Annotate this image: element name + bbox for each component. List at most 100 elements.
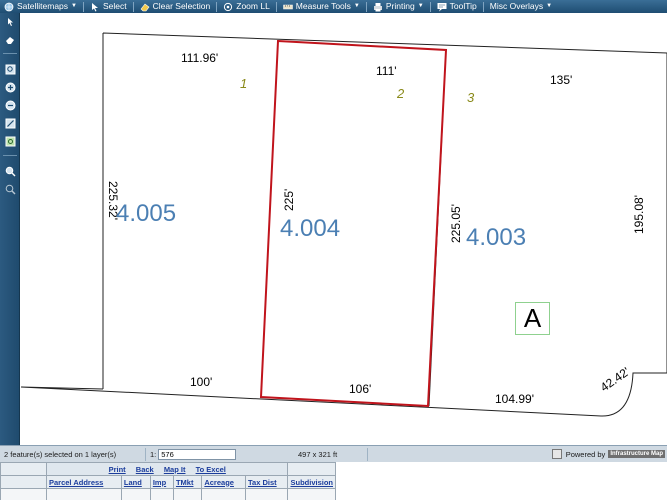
lot2-bottom-dimension: 106' xyxy=(349,382,371,396)
corner-arc-dimension: 42.42' xyxy=(598,364,633,394)
table-row xyxy=(0,488,336,500)
lot-number-3: 3 xyxy=(467,90,475,105)
results-panel: Print Back Map It To Excel Parcel Addres… xyxy=(0,462,667,500)
chevron-down-icon: ▼ xyxy=(71,3,77,9)
status-bar: 2 feature(s) selected on 1 layer(s) 1: 4… xyxy=(0,445,667,462)
full-extent-icon xyxy=(5,136,15,146)
column-header-acreage[interactable]: Acreage xyxy=(201,475,247,489)
selection-status: 2 feature(s) selected on 1 layer(s) xyxy=(0,447,146,461)
strip-divider xyxy=(3,155,17,156)
top-toolbar: Satellitemaps ▼ Select Clear Selection Z… xyxy=(0,0,667,13)
lot2-top-dimension: 111' xyxy=(376,64,397,78)
toolbar-divider xyxy=(275,1,277,12)
scale-input[interactable] xyxy=(158,448,237,460)
eraser-icon xyxy=(140,3,150,11)
toolbar-divider xyxy=(132,1,134,12)
lot3-bottom-dimension: 104.99' xyxy=(495,392,534,406)
chevron-down-icon: ▼ xyxy=(417,3,424,9)
misc-overlays-menu[interactable]: Misc Overlays ▼ xyxy=(486,0,556,13)
table-corner-cell xyxy=(287,462,336,476)
zoom-box-button[interactable] xyxy=(4,63,16,75)
cursor-icon xyxy=(91,2,98,11)
select-tool-button[interactable]: Select xyxy=(86,0,131,13)
map-it-link[interactable]: Map It xyxy=(164,465,186,474)
toolbar-divider xyxy=(482,1,484,12)
lot-number-2: 2 xyxy=(396,86,405,101)
zone-label-box: A xyxy=(515,302,550,335)
chevron-down-icon: ▼ xyxy=(546,3,553,9)
zoom-box-icon xyxy=(5,64,15,74)
magnifier-button[interactable] xyxy=(4,183,16,195)
column-header-subdivision[interactable]: Subdivision xyxy=(287,475,336,489)
map-tool-strip xyxy=(0,13,20,445)
tooltip-label: ToolTip xyxy=(449,1,477,11)
parcel-id-lot2: 4.004 xyxy=(280,215,340,242)
table-cell xyxy=(245,488,289,500)
strip-divider xyxy=(3,53,17,54)
table-cell xyxy=(201,488,247,500)
window-icon[interactable] xyxy=(551,449,562,459)
map-canvas[interactable]: 111.96' 111' 135' 225.32' 225' 225.05' 1… xyxy=(21,13,667,445)
select-column-header xyxy=(0,475,47,489)
pan-tool-button[interactable] xyxy=(4,34,16,46)
lot3-top-dimension: 135' xyxy=(550,73,572,87)
identify-button[interactable] xyxy=(4,165,16,177)
powered-by-area: Powered by Infrastructure Map xyxy=(551,449,667,459)
results-table: Print Back Map It To Excel Parcel Addres… xyxy=(0,462,336,500)
back-link[interactable]: Back xyxy=(136,465,154,474)
scale-prefix: 1: xyxy=(150,449,157,459)
zoom-target-icon xyxy=(224,2,233,11)
parcel-id-lot3: 4.003 xyxy=(466,224,526,251)
powered-by-label: Powered by xyxy=(565,449,606,459)
measure-line-button[interactable] xyxy=(4,117,16,129)
select-label: Select xyxy=(102,1,127,11)
chevron-down-icon: ▼ xyxy=(353,3,360,9)
satellitemaps-menu[interactable]: Satellitemaps ▼ xyxy=(0,0,81,13)
table-corner-cell xyxy=(0,462,47,476)
scale-control: 1: xyxy=(146,448,238,461)
printing-menu[interactable]: Printing ▼ xyxy=(369,0,428,13)
satellitemaps-label: Satellitemaps xyxy=(17,1,69,11)
measure-tools-label: Measure Tools xyxy=(295,1,351,11)
results-header-row: Parcel Address Land Imp TMkt Acreage Tax… xyxy=(0,475,336,489)
zoom-ll-button[interactable]: Zoom LL xyxy=(219,0,274,13)
lot1-bottom-dimension: 100' xyxy=(190,375,212,389)
globe-icon xyxy=(4,2,14,11)
table-cell xyxy=(149,488,174,500)
lot1-top-dimension: 111.96' xyxy=(181,51,218,65)
table-cell xyxy=(172,488,203,500)
column-header-land[interactable]: Land xyxy=(120,475,151,489)
tooltip-button[interactable]: ToolTip xyxy=(433,0,481,13)
full-extent-button[interactable] xyxy=(4,135,16,147)
column-header-tax-dist[interactable]: Tax Dist xyxy=(245,475,289,489)
lot2-left-dimension: 225' xyxy=(282,189,296,211)
to-excel-link[interactable]: To Excel xyxy=(196,465,226,474)
parcel-map: 111.96' 111' 135' 225.32' 225' 225.05' 1… xyxy=(21,32,667,417)
vendor-logo: Infrastructure Map xyxy=(608,450,665,458)
column-header-tmkt[interactable]: TMkt xyxy=(172,475,203,489)
zoom-out-button[interactable] xyxy=(4,99,16,111)
pointer-icon xyxy=(8,18,13,26)
printing-label: Printing xyxy=(385,1,415,11)
zoom-in-button[interactable] xyxy=(4,81,16,93)
toolbar-divider xyxy=(429,1,431,12)
lot3-left-dimension: 225.05' xyxy=(449,204,463,243)
measure-tools-menu[interactable]: Measure Tools ▼ xyxy=(279,0,364,13)
zoom-out-icon xyxy=(5,100,15,110)
printer-icon xyxy=(373,2,382,11)
print-link[interactable]: Print xyxy=(109,465,126,474)
pointer-tool-button[interactable] xyxy=(4,16,16,28)
toolbar-divider xyxy=(365,1,367,12)
parcel-id-lot1: 4.005 xyxy=(116,200,176,227)
column-header-imp[interactable]: Imp xyxy=(149,475,174,489)
lot3-right-dimension: 195.08' xyxy=(632,195,646,234)
identify-icon xyxy=(5,166,15,176)
column-header-parcel-address[interactable]: Parcel Address xyxy=(46,475,122,489)
map-extent-readout: 497 x 321 ft xyxy=(238,447,368,461)
toolbar-divider xyxy=(82,1,84,12)
eraser-icon xyxy=(6,37,14,44)
clear-selection-button[interactable]: Clear Selection xyxy=(136,0,215,13)
clear-selection-label: Clear Selection xyxy=(152,1,211,11)
table-cell xyxy=(0,488,47,500)
table-cell xyxy=(120,488,151,500)
